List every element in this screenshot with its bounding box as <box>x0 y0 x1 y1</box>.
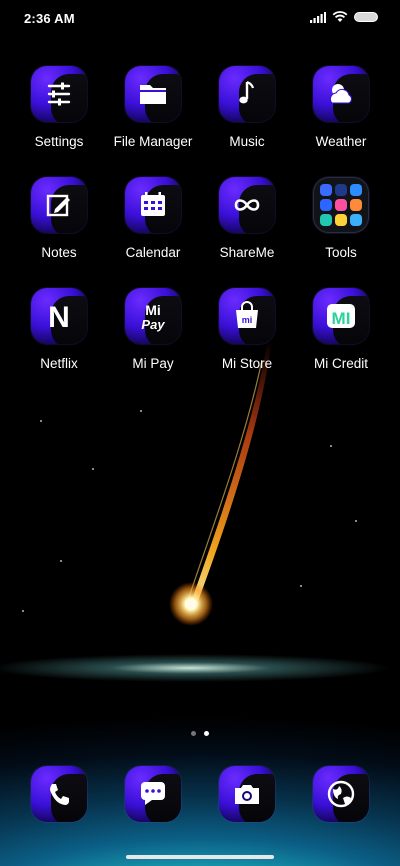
app-tools-folder[interactable]: Tools <box>294 177 388 260</box>
weather-icon <box>313 66 369 122</box>
star <box>330 445 332 447</box>
app-label: Music <box>229 134 265 149</box>
dock-browser[interactable] <box>294 766 388 822</box>
app-mi-pay[interactable]: Mi Pay Mi Pay <box>106 288 200 371</box>
dock-camera[interactable] <box>200 766 294 822</box>
app-mi-credit[interactable]: MI Mi Credit <box>294 288 388 371</box>
app-weather[interactable]: Weather <box>294 66 388 149</box>
dock <box>12 766 388 822</box>
svg-text:Pay: Pay <box>141 317 165 332</box>
mi-store-bag-icon: mi <box>219 288 275 344</box>
messages-icon <box>125 766 181 822</box>
calendar-icon <box>125 177 181 233</box>
app-label: Mi Pay <box>132 356 174 371</box>
star <box>300 585 302 587</box>
app-label: Calendar <box>125 245 181 260</box>
status-icons <box>310 11 378 23</box>
star <box>140 410 142 412</box>
svg-text:MI: MI <box>332 309 351 328</box>
music-note-icon <box>219 66 275 122</box>
phone-icon <box>31 766 87 822</box>
app-calendar[interactable]: Calendar <box>106 177 200 260</box>
app-notes[interactable]: Notes <box>12 177 106 260</box>
app-grid: Settings File Manager Music Weather Note… <box>12 66 388 371</box>
app-music[interactable]: Music <box>200 66 294 149</box>
home-indicator-bar[interactable] <box>126 855 274 859</box>
page-dot-active[interactable] <box>204 731 209 736</box>
app-label: Weather <box>315 134 367 149</box>
dock-messages[interactable] <box>106 766 200 822</box>
app-label: Notes <box>41 245 77 260</box>
app-label: File Manager <box>113 134 193 149</box>
folder-icon <box>125 66 181 122</box>
star <box>40 420 42 422</box>
page-dot[interactable] <box>191 731 196 736</box>
mi-pay-icon: Mi Pay <box>125 288 181 344</box>
app-shareme[interactable]: ShareMe <box>200 177 294 260</box>
browser-globe-icon <box>313 766 369 822</box>
battery-icon <box>354 12 378 22</box>
tools-folder-icon <box>313 177 369 233</box>
star <box>22 610 24 612</box>
star <box>355 520 357 522</box>
app-settings[interactable]: Settings <box>12 66 106 149</box>
camera-icon <box>219 766 275 822</box>
page-indicator <box>0 731 400 736</box>
app-file-manager[interactable]: File Manager <box>106 66 200 149</box>
star <box>60 560 62 562</box>
app-netflix[interactable]: N Netflix <box>12 288 106 371</box>
infinity-icon <box>219 177 275 233</box>
app-label: Tools <box>325 245 357 260</box>
svg-text:mi: mi <box>242 315 253 325</box>
app-label: Mi Credit <box>313 356 368 371</box>
app-label: ShareMe <box>219 245 275 260</box>
svg-text:Mi: Mi <box>145 302 161 318</box>
app-mi-store[interactable]: mi Mi Store <box>200 288 294 371</box>
settings-sliders-icon <box>31 66 87 122</box>
dock-phone[interactable] <box>12 766 106 822</box>
app-label: Settings <box>34 134 84 149</box>
status-time: 2:36 AM <box>24 11 75 26</box>
star <box>92 468 94 470</box>
status-bar: 2:36 AM <box>0 0 400 36</box>
netflix-icon: N <box>31 288 87 344</box>
notes-edit-icon <box>31 177 87 233</box>
signal-icon <box>310 11 326 23</box>
svg-text:N: N <box>48 301 70 334</box>
mi-credit-icon: MI <box>313 288 369 344</box>
wifi-icon <box>332 11 348 22</box>
app-label: Mi Store <box>221 356 273 371</box>
app-label: Netflix <box>40 356 78 371</box>
